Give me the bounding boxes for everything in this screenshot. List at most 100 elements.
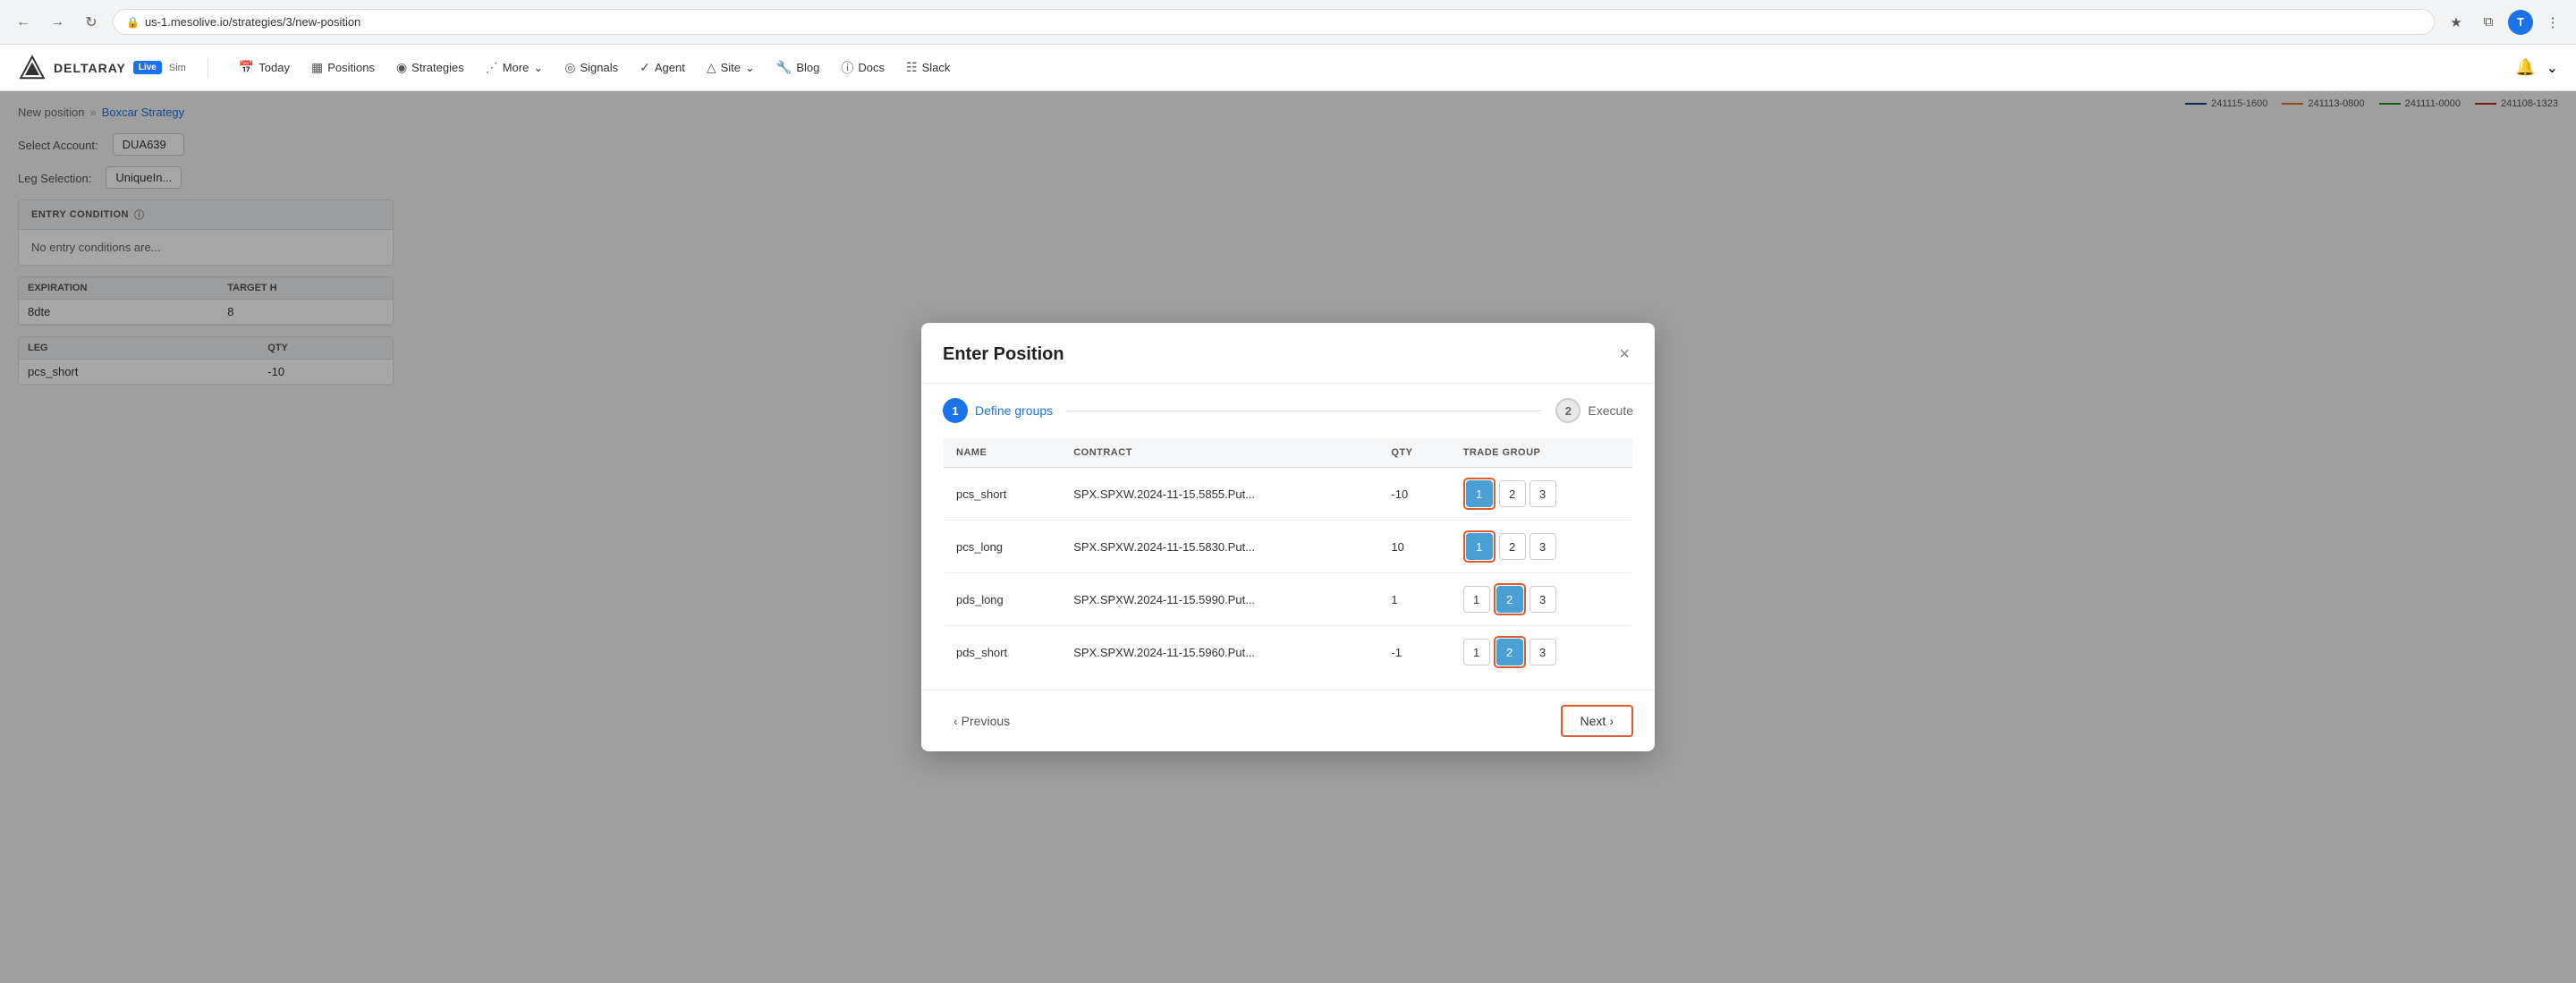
nav-more[interactable]: ⋰ More ⌄	[477, 55, 553, 81]
row-name: pcs_short	[944, 468, 1062, 521]
modal-close-button[interactable]: ×	[1615, 341, 1633, 369]
tg-btn-2[interactable]: 2	[1499, 480, 1526, 507]
tg-btn-3[interactable]: 3	[1530, 586, 1556, 613]
nav-positions-label: Positions	[327, 61, 375, 74]
trade-group-buttons: 1 2 3	[1463, 478, 1620, 510]
row-trade-group: 1 2 3	[1451, 573, 1633, 626]
table-row: pcs_short SPX.SPXW.2024-11-15.5855.Put..…	[944, 468, 1633, 521]
row-qty: 1	[1378, 573, 1450, 626]
tg-btn-wrap-2: 2	[1494, 636, 1526, 668]
step-1-label: Define groups	[975, 403, 1053, 418]
nav-agent-label: Agent	[655, 61, 685, 74]
nav-items: 📅 Today ▦ Positions ◉ Strategies ⋰ More …	[230, 54, 2494, 82]
back-button[interactable]: ←	[11, 10, 36, 35]
nav-signals-label: Signals	[580, 61, 618, 74]
browser-actions: ★ ⧉ T ⋮	[2444, 10, 2565, 35]
trade-group-buttons: 1 2 3	[1463, 636, 1620, 668]
top-nav: DELTARAY Live Sim 📅 Today ▦ Positions ◉ …	[0, 45, 2576, 91]
user-avatar[interactable]: T	[2508, 10, 2533, 35]
stepper: 1 Define groups 2 Execute	[921, 384, 1655, 437]
slack-icon: ☷	[906, 60, 918, 75]
nav-agent[interactable]: ✓ Agent	[631, 55, 694, 81]
blog-wrench-icon: 🔧	[776, 60, 792, 75]
table-row: pds_long SPX.SPXW.2024-11-15.5990.Put...…	[944, 573, 1633, 626]
prev-chevron-icon: ‹	[953, 714, 958, 728]
prev-label: Previous	[962, 714, 1010, 728]
tg-btn-1[interactable]: 1	[1466, 480, 1493, 507]
trade-group-buttons: 1 2 3	[1463, 583, 1620, 615]
docs-question-icon: ⓘ	[841, 59, 853, 77]
step-1[interactable]: 1 Define groups	[943, 398, 1053, 423]
modal-overlay: Enter Position × 1 Define groups 2 Execu…	[0, 91, 2576, 983]
step-2-label: Execute	[1588, 403, 1633, 418]
tg-btn-3[interactable]: 3	[1530, 533, 1556, 560]
trade-group-buttons: 1 2 3	[1463, 530, 1620, 563]
nav-site[interactable]: △ Site ⌄	[698, 55, 764, 81]
site-triangle-icon: △	[707, 60, 716, 75]
address-bar[interactable]: 🔒 us-1.mesolive.io/strategies/3/new-posi…	[113, 9, 2435, 35]
tg-btn-wrap-2: 2	[1494, 583, 1526, 615]
lock-icon: 🔒	[126, 16, 140, 29]
row-trade-group: 1 2 3	[1451, 521, 1633, 573]
nav-signals[interactable]: ◎ Signals	[555, 55, 627, 81]
nav-blog-label: Blog	[796, 61, 819, 74]
site-chevron-icon: ⌄	[745, 61, 755, 75]
row-name: pds_long	[944, 573, 1062, 626]
more-grid-icon: ⋰	[486, 60, 498, 75]
nav-docs[interactable]: ⓘ Docs	[832, 54, 894, 82]
step-2[interactable]: 2 Execute	[1555, 398, 1633, 423]
nav-strategies[interactable]: ◉ Strategies	[387, 55, 473, 81]
nav-today[interactable]: 📅 Today	[230, 55, 299, 81]
row-trade-group: 1 2 3	[1451, 626, 1633, 679]
notification-bell-icon[interactable]: 🔔	[2515, 58, 2535, 77]
tg-btn-2[interactable]: 2	[1496, 639, 1523, 665]
tg-btn-3[interactable]: 3	[1530, 639, 1556, 665]
browser-chrome: ← → ↻ 🔒 us-1.mesolive.io/strategies/3/ne…	[0, 0, 2576, 45]
more-chevron-icon: ⌄	[533, 61, 543, 75]
nav-positions[interactable]: ▦ Positions	[302, 55, 384, 81]
tg-btn-wrap-1: 1	[1463, 530, 1496, 563]
nav-today-label: Today	[258, 61, 290, 74]
tg-btn-3[interactable]: 3	[1530, 480, 1556, 507]
extensions-button[interactable]: ⧉	[2476, 10, 2501, 35]
col-contract: CONTRACT	[1061, 438, 1378, 468]
badge-live[interactable]: Live	[133, 61, 162, 74]
tg-btn-2[interactable]: 2	[1496, 586, 1523, 613]
nav-slack-label: Slack	[922, 61, 951, 74]
main-area: 241115-1600 241113-0800 241111-0000 2411…	[0, 91, 2576, 983]
reload-button[interactable]: ↻	[79, 10, 104, 35]
modal-table-wrap: NAME CONTRACT QTY TRADE GROUP pcs_short …	[921, 437, 1655, 679]
row-trade-group: 1 2 3	[1451, 468, 1633, 521]
nav-blog[interactable]: 🔧 Blog	[767, 55, 828, 81]
nav-slack[interactable]: ☷ Slack	[897, 55, 959, 81]
tg-btn-2[interactable]: 2	[1499, 533, 1526, 560]
badge-sim[interactable]: Sim	[169, 63, 186, 73]
agent-check-icon: ✓	[640, 60, 650, 75]
row-name: pds_short	[944, 626, 1062, 679]
previous-button[interactable]: ‹ Previous	[943, 707, 1021, 735]
modal-header: Enter Position ×	[921, 323, 1655, 384]
tg-btn-1[interactable]: 1	[1466, 533, 1493, 560]
step-2-circle: 2	[1555, 398, 1580, 423]
tg-btn-1[interactable]: 1	[1463, 639, 1490, 665]
row-name: pcs_long	[944, 521, 1062, 573]
nav-strategies-label: Strategies	[411, 61, 464, 74]
col-trade-group: TRADE GROUP	[1451, 438, 1633, 468]
enter-position-modal: Enter Position × 1 Define groups 2 Execu…	[921, 323, 1655, 751]
logo-text: DELTARAY	[54, 61, 126, 75]
row-contract: SPX.SPXW.2024-11-15.5830.Put...	[1061, 521, 1378, 573]
forward-button[interactable]: →	[45, 10, 70, 35]
next-button[interactable]: Next ›	[1561, 705, 1633, 737]
nav-more-label: More	[503, 61, 530, 74]
signals-icon: ◎	[564, 60, 575, 75]
url-text: us-1.mesolive.io/strategies/3/new-positi…	[145, 15, 360, 29]
step-1-circle: 1	[943, 398, 968, 423]
col-qty: QTY	[1378, 438, 1450, 468]
tg-btn-1[interactable]: 1	[1463, 586, 1490, 613]
star-button[interactable]: ★	[2444, 10, 2469, 35]
app-container: DELTARAY Live Sim 📅 Today ▦ Positions ◉ …	[0, 45, 2576, 983]
more-button[interactable]: ⋮	[2540, 10, 2565, 35]
tg-btn-wrap-1: 1	[1463, 478, 1496, 510]
table-row: pcs_long SPX.SPXW.2024-11-15.5830.Put...…	[944, 521, 1633, 573]
nav-chevron-icon[interactable]: ⌄	[2546, 59, 2558, 77]
